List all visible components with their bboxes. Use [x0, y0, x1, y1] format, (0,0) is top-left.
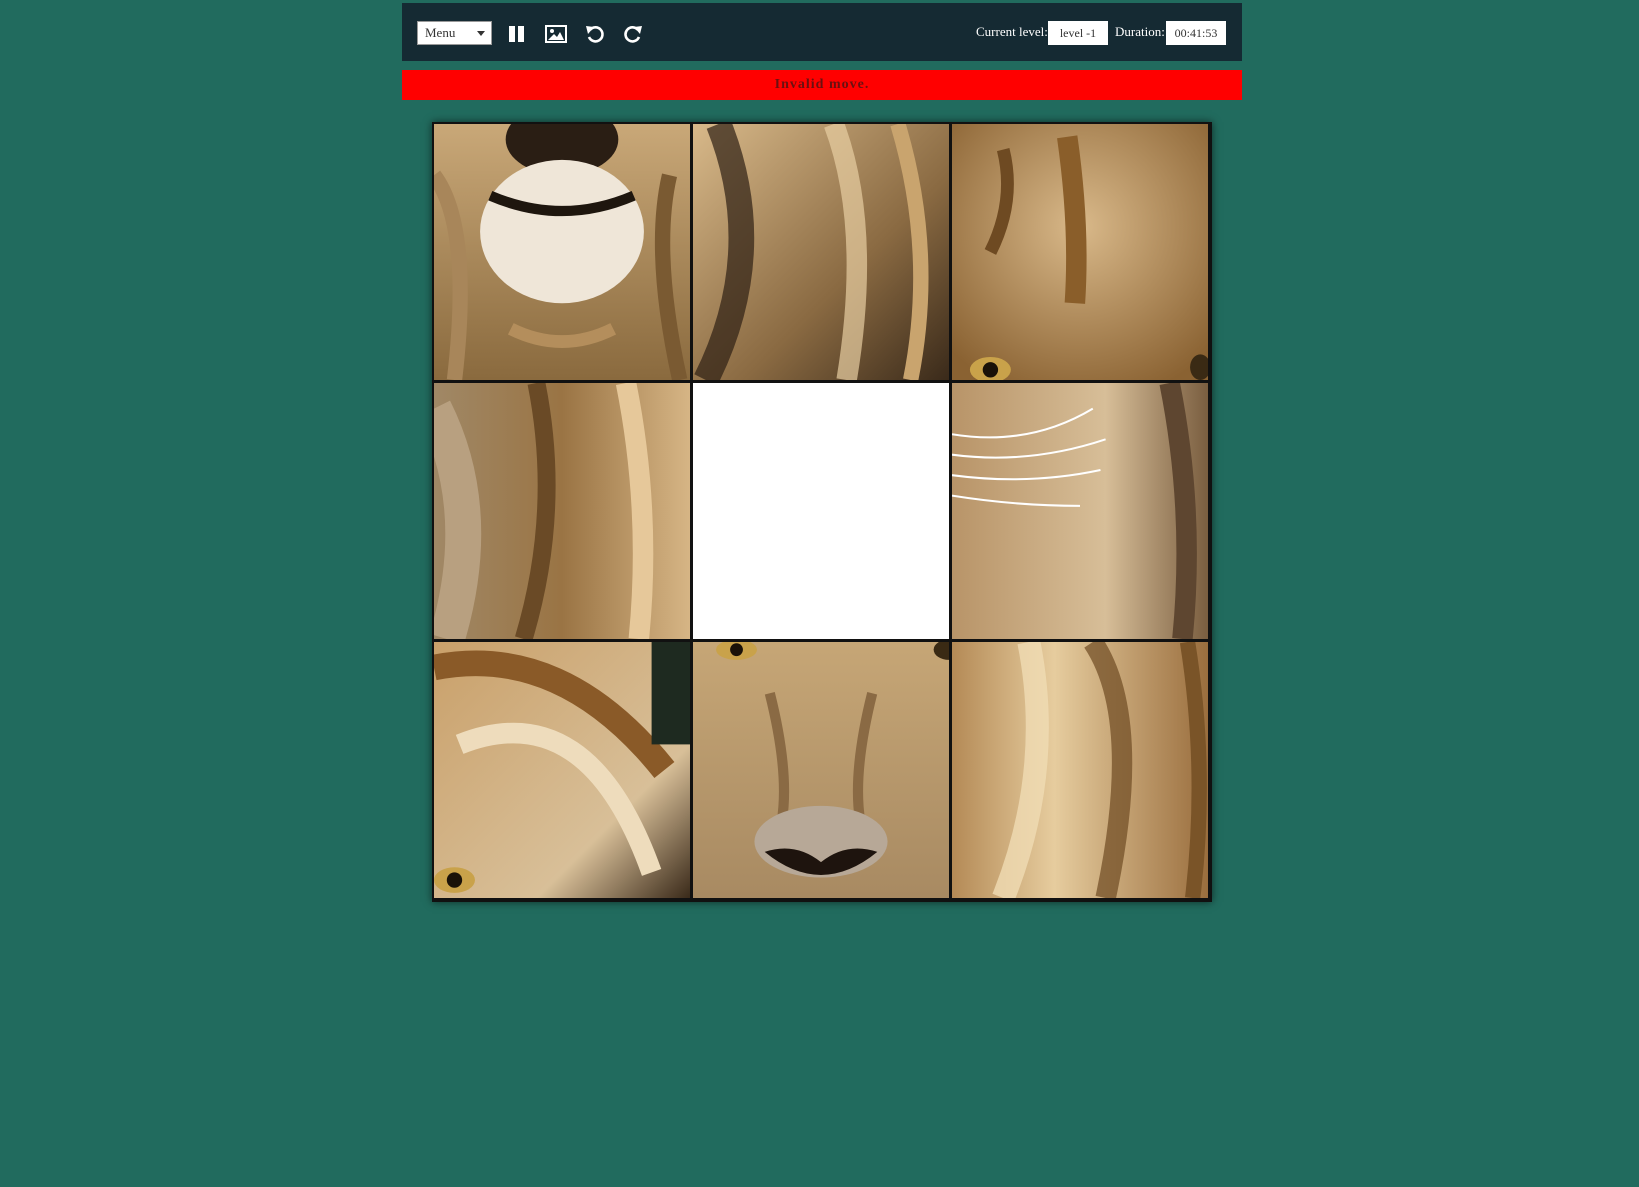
puzzle-board [432, 122, 1212, 902]
puzzle-tile-r3c1[interactable] [433, 641, 691, 899]
status-message: Invalid move. [402, 70, 1242, 100]
puzzle-tile-r3c3[interactable] [951, 641, 1209, 899]
puzzle-tile-r1c1[interactable] [433, 123, 691, 381]
chevron-down-icon [477, 31, 485, 36]
show-image-button[interactable] [544, 22, 568, 46]
menu-dropdown-label: Menu [425, 25, 456, 40]
undo-icon [586, 26, 604, 43]
toolbar: Menu Current level: level -1 Duration: 0… [402, 3, 1242, 61]
current-level-value: level -1 [1048, 21, 1108, 45]
pause-icon [509, 26, 524, 42]
undo-button[interactable] [583, 22, 607, 46]
puzzle-tile-r2c1[interactable] [433, 382, 691, 640]
menu-dropdown[interactable]: Menu [417, 21, 492, 45]
image-icon [545, 25, 567, 43]
puzzle-tile-r3c2[interactable] [692, 641, 950, 899]
redo-button[interactable] [621, 22, 645, 46]
puzzle-tile-r1c2[interactable] [692, 123, 950, 381]
duration-value: 00:41:53 [1166, 21, 1226, 45]
redo-icon [624, 26, 642, 43]
puzzle-tile-r2c3[interactable] [951, 382, 1209, 640]
current-level-label: Current level: [976, 24, 1048, 39]
puzzle-empty-slot[interactable] [692, 382, 950, 640]
puzzle-tile-r1c3[interactable] [951, 123, 1209, 381]
pause-button[interactable] [505, 22, 529, 46]
duration-label: Duration: [1115, 24, 1165, 39]
